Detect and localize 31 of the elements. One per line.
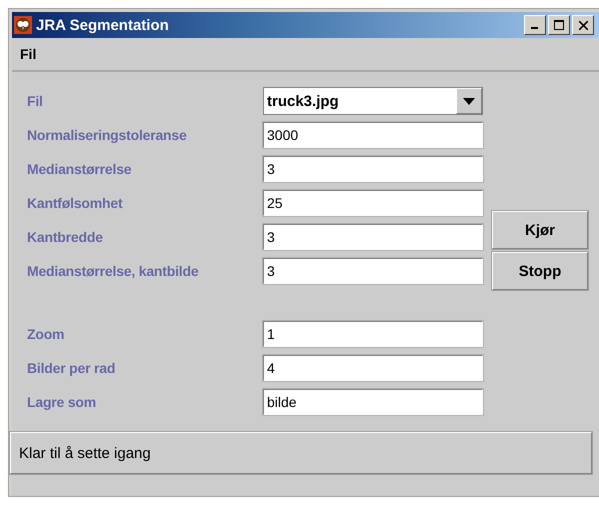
window-title: JRA Segmentation (36, 16, 170, 34)
field-label: Medianstørrelse (27, 161, 132, 177)
maximize-button[interactable] (548, 15, 570, 35)
dropdown-button[interactable] (456, 88, 482, 114)
input-field[interactable]: 25 (263, 190, 483, 216)
field-label: Normaliseringstoleranse (27, 127, 188, 143)
input-field[interactable]: bilde (263, 389, 483, 415)
input-field[interactable]: 1 (263, 321, 483, 347)
file-dropdown[interactable]: truck3.jpg (263, 87, 483, 115)
action-button[interactable]: Kjør (492, 211, 588, 249)
owl-icon (14, 16, 32, 34)
minimize-button[interactable] (524, 15, 546, 35)
field-label: Medianstørrelse, kantbilde (27, 263, 200, 279)
status-bar: Klar til å sette igang (10, 432, 592, 474)
action-button[interactable]: Stopp (492, 252, 588, 290)
input-field[interactable]: 3 (263, 156, 483, 182)
field-label: Fil (27, 93, 44, 109)
close-button[interactable] (572, 15, 594, 35)
caret-icon (463, 98, 475, 104)
field-label: Kantfølsomhet (27, 195, 124, 211)
input-field[interactable]: 3000 (263, 122, 483, 148)
menu-item[interactable]: Fil (20, 46, 36, 62)
input-field[interactable]: 3 (263, 224, 483, 250)
close-icon (578, 20, 588, 30)
maximize-icon (554, 20, 564, 30)
input-field[interactable]: 4 (263, 355, 483, 381)
input-field[interactable]: 3 (263, 258, 483, 284)
field-label: Zoom (27, 326, 66, 342)
field-label: Kantbredde (27, 229, 104, 245)
field-label: Bilder per rad (27, 360, 116, 376)
field-label: Lagre som (27, 394, 97, 410)
